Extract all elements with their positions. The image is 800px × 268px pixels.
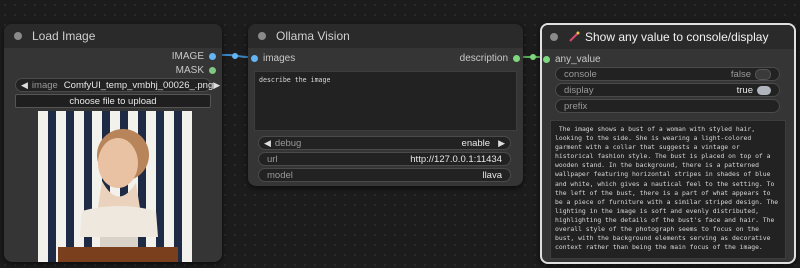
ollama-vision-title: Ollama Vision (276, 29, 350, 43)
collapse-dot-icon[interactable] (550, 33, 558, 41)
show-any-title: Show any value to console/display (585, 30, 769, 44)
debug-value: enable (461, 137, 491, 149)
choose-file-button[interactable]: choose file to upload (15, 94, 211, 108)
model-value: llava (482, 169, 502, 181)
image-output-port-icon[interactable] (209, 53, 216, 60)
prefix-field[interactable]: prefix (555, 99, 780, 113)
prev-arrow-icon[interactable]: ◀ (21, 80, 28, 91)
debug-widget[interactable]: ◀ debug enable ▶ (258, 136, 511, 150)
image-widget-value: ComfyUI_temp_vmbhj_00026_.png (63, 79, 214, 91)
display-value: true (736, 84, 753, 96)
display-label: display (564, 84, 594, 96)
mask-output-label: MASK (175, 65, 204, 76)
image-link-midpoint (232, 53, 238, 59)
image-select-widget[interactable]: ◀ image ComfyUI_temp_vmbhj_00026_.png ▶ (15, 78, 220, 92)
model-widget[interactable]: model llava (258, 168, 511, 182)
console-label: console (564, 68, 597, 80)
load-image-title: Load Image (32, 29, 96, 43)
prefix-label: prefix (564, 100, 588, 112)
display-toggle[interactable]: display true (555, 83, 780, 97)
console-toggle-icon[interactable] (755, 68, 771, 80)
collapse-dot-icon[interactable] (258, 32, 266, 40)
debug-label: debug (274, 137, 302, 149)
images-input-port-icon[interactable] (251, 55, 258, 62)
url-label: url (267, 153, 278, 165)
show-any-header[interactable]: Show any value to console/display (542, 25, 794, 49)
ollama-vision-header[interactable]: Ollama Vision (248, 24, 523, 48)
next-arrow-icon[interactable]: ▶ (498, 138, 505, 149)
any-value-label: any_value (555, 54, 601, 65)
description-output-label: description (459, 53, 508, 64)
next-arrow-icon[interactable]: ▶ (213, 80, 220, 91)
load-image-header[interactable]: Load Image (4, 24, 222, 48)
any-value-port-icon[interactable] (543, 56, 550, 63)
prev-arrow-icon[interactable]: ◀ (264, 138, 271, 149)
any-value-input-slot[interactable]: any_value (543, 54, 601, 65)
image-widget-label: image (31, 79, 58, 91)
prompt-textarea[interactable]: describe the image (254, 71, 517, 131)
description-output-slot[interactable]: description (460, 53, 520, 64)
output-textarea[interactable]: The image shows a bust of a woman with s… (550, 120, 786, 259)
ollama-vision-node[interactable]: Ollama Vision images description describ… (248, 24, 523, 186)
url-widget[interactable]: url http://127.0.0.1:11434 (258, 152, 511, 166)
bust-illustration (58, 129, 178, 262)
images-input-slot[interactable]: images (251, 53, 295, 64)
console-toggle[interactable]: console false (555, 67, 780, 81)
mask-output-slot[interactable]: MASK (176, 65, 216, 76)
images-input-label: images (263, 53, 296, 64)
load-image-node[interactable]: Load Image IMAGE MASK ◀ image ComfyUI_te… (4, 24, 222, 262)
image-preview (38, 111, 192, 262)
collapse-dot-icon[interactable] (14, 32, 22, 40)
magic-wand-icon (569, 31, 580, 42)
model-label: model (267, 169, 293, 181)
url-value: http://127.0.0.1:11434 (410, 153, 502, 165)
mask-output-port-icon[interactable] (209, 67, 216, 74)
console-value: false (730, 68, 751, 80)
image-output-label: IMAGE (171, 51, 204, 62)
display-toggle-icon[interactable] (757, 85, 771, 95)
description-output-port-icon[interactable] (513, 55, 520, 62)
show-any-value-node[interactable]: Show any value to console/display any_va… (540, 23, 796, 264)
image-output-slot[interactable]: IMAGE (172, 51, 216, 62)
description-link-midpoint (530, 54, 536, 60)
